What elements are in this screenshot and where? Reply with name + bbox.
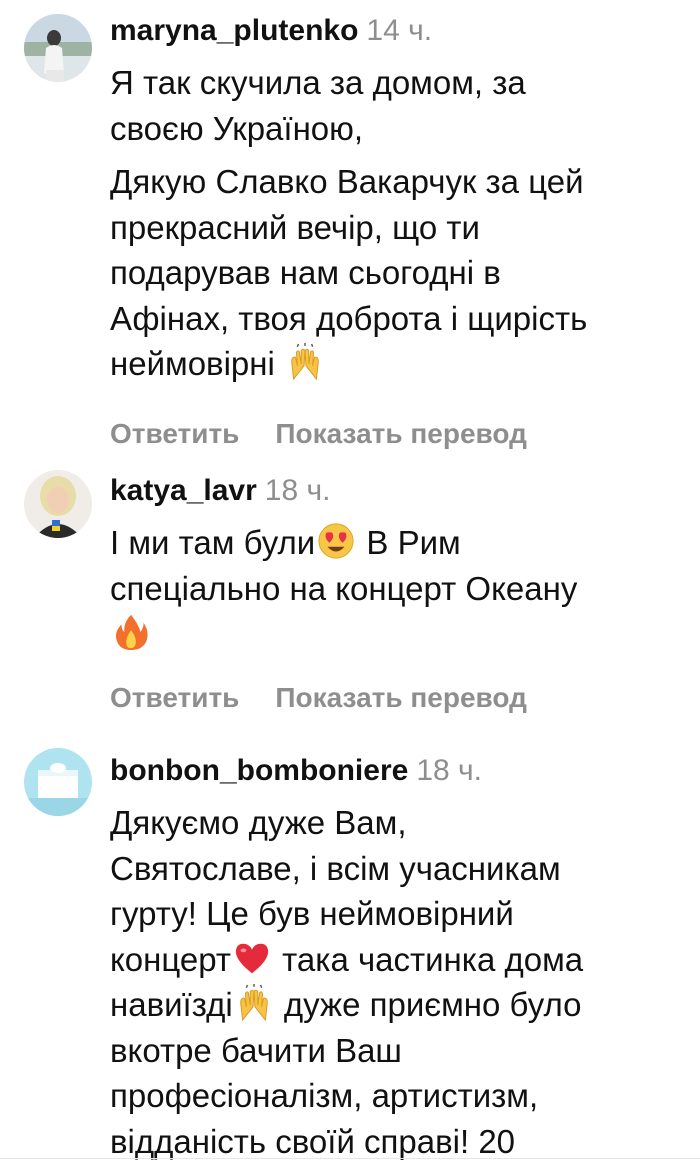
show-translation-button[interactable]: Показать перевод	[275, 682, 527, 713]
comment-line: неймовірні	[110, 345, 284, 382]
comment-line: дуже приємно було	[274, 986, 582, 1023]
comment-line: навиїзді	[110, 986, 233, 1023]
comment-line: Дякуємо дуже Вам,	[110, 804, 407, 841]
avatar-photo	[24, 14, 92, 82]
comment-line: професіоналізм, артистизм,	[110, 1077, 539, 1114]
raising-hands-icon	[235, 984, 273, 1022]
comment-line: подарував нам сьогодні в	[110, 254, 501, 291]
comment-line: концерт	[110, 940, 232, 978]
comment-text: Дякуємо дуже Вам, Святославе, і всім уча…	[110, 800, 690, 1164]
comment-username[interactable]: bonbon_bomboniere	[110, 754, 408, 787]
red-heart-icon	[233, 939, 271, 977]
avatar[interactable]	[24, 470, 92, 538]
comment-line: спеціально на концерт Океану	[110, 569, 578, 607]
comment-line: гурту! Це був неймовірний	[110, 895, 514, 932]
avatar-photo	[24, 470, 92, 538]
comment-line: Афінах, твоя доброта і щирість	[110, 299, 588, 337]
show-translation-button[interactable]: Показать перевод	[275, 418, 527, 449]
comment-line: Дякую Славко Вакарчук за цей	[110, 163, 584, 200]
comment-username[interactable]: katya_lavr	[110, 474, 257, 507]
divider	[0, 1158, 700, 1159]
comment-time: 18 ч.	[264, 474, 331, 507]
avatar[interactable]	[24, 14, 92, 82]
comment-line: Я так скучила за домом, за	[110, 64, 526, 101]
comment-line: вкотре бачити Ваш	[110, 1031, 402, 1069]
comment-username[interactable]: maryna_plutenko	[110, 14, 358, 47]
fire-icon	[112, 613, 150, 651]
comment-time: 18 ч.	[416, 754, 482, 787]
comment-text: Я так скучила за домом, за своєю Україно…	[110, 60, 690, 387]
heart-eyes-icon	[317, 522, 355, 560]
comment-line: Святославе, і всім учасникам	[110, 849, 561, 887]
comment-line: своєю Україною,	[110, 109, 364, 147]
reply-button[interactable]: Ответить	[110, 418, 239, 449]
avatar[interactable]	[24, 748, 92, 816]
reply-button[interactable]: Ответить	[110, 682, 239, 713]
comment-line: І ми там були	[110, 524, 316, 561]
raising-hands-icon	[286, 343, 324, 381]
avatar-photo	[24, 748, 92, 816]
comment-line: В Рим	[357, 524, 461, 561]
comment-line: відданість своїй справі! 20	[110, 1122, 516, 1160]
comment-time: 14 ч.	[366, 14, 433, 47]
comment-text: І ми там були В Рим спеціально на концер…	[110, 520, 690, 657]
comment-line: прекрасний вечір, що ти	[110, 208, 480, 246]
comment-line: така частинка дома	[273, 940, 584, 978]
